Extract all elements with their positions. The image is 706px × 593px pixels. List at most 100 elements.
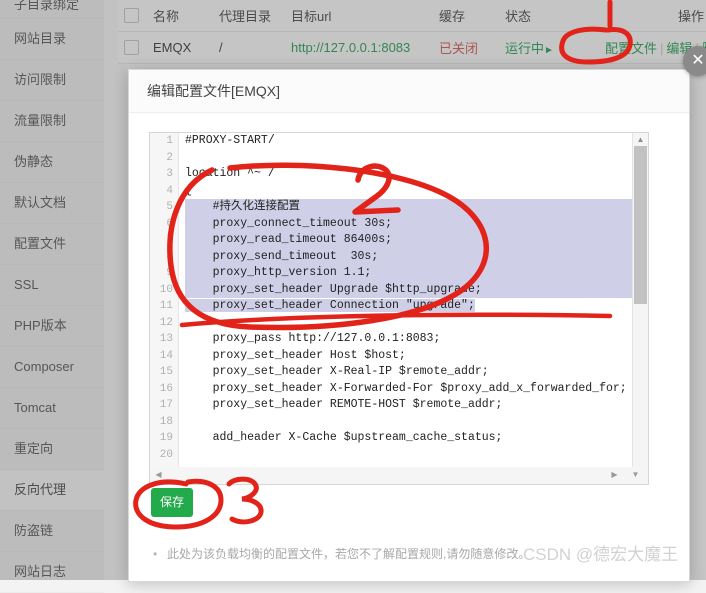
code-line[interactable] <box>185 150 632 167</box>
code-line[interactable]: proxy_set_header X-Real-IP $remote_addr; <box>185 364 632 381</box>
sidebar-item-redirect[interactable]: 重定向 <box>0 429 104 470</box>
code-line[interactable] <box>185 414 632 431</box>
code-line[interactable]: proxy_pass http://127.0.0.1:8083; <box>185 331 632 348</box>
modal-title: 编辑配置文件[EMQX] <box>129 70 689 113</box>
col-header-name: 名称 <box>153 9 180 24</box>
sidebar-item-label: Tomcat <box>14 400 56 415</box>
line-number: 18 <box>159 415 173 428</box>
col-header-state: 状态 <box>505 9 532 24</box>
line-number: 4 <box>166 184 173 197</box>
sidebar-item-label: PHP版本 <box>14 318 67 333</box>
code-line[interactable]: #PROXY-START/ <box>185 133 632 150</box>
line-number: 8 <box>166 250 173 263</box>
code-line[interactable]: proxy_read_timeout 86400s; <box>185 232 632 249</box>
triangle-right-icon[interactable]: ▶ <box>608 468 621 481</box>
vertical-scrollbar[interactable]: ▲ <box>632 133 648 467</box>
code-line[interactable]: add_header X-Cache $upstream_cache_statu… <box>185 430 632 447</box>
watermark: CSDN @德宏大魔王 <box>523 545 679 564</box>
sidebar-item-label: 伪静态 <box>14 154 54 169</box>
run-state-label: 运行中 <box>505 41 545 56</box>
line-number: 20 <box>159 448 173 461</box>
line-number: 15 <box>159 366 173 378</box>
op-divider: | <box>660 41 664 56</box>
sidebar-item-rewrite[interactable]: 伪静态 <box>0 142 104 183</box>
code-line[interactable]: proxy_set_header Upgrade $http_upgrade; <box>185 281 632 298</box>
code-content[interactable]: #PROXY-START/location ^~ /{ #持久化连接配置 pro… <box>179 133 632 467</box>
code-line[interactable]: proxy_set_header Connection "upgrade"; <box>185 298 632 315</box>
line-number: 7 <box>166 234 173 246</box>
code-line[interactable]: proxy_connect_timeout 30s; <box>185 215 632 232</box>
triangle-down-icon[interactable]: ▼ <box>629 468 642 481</box>
sidebar-item-reverse-proxy[interactable]: 反向代理 <box>0 470 104 511</box>
line-number: 17 <box>159 399 173 411</box>
line-number: 16 <box>159 382 173 395</box>
sidebar-item-label: Composer <box>14 359 74 374</box>
sidebar-item-traffic-limit[interactable]: 流量限制 <box>0 101 104 142</box>
line-number: 13 <box>159 333 173 345</box>
line-number: 2 <box>166 151 173 164</box>
sidebar-item-site-dir[interactable]: 网站目录 <box>0 19 104 60</box>
line-number: 14 <box>159 349 173 362</box>
line-number: 3 <box>166 168 173 180</box>
close-icon[interactable]: ✕ <box>683 46 706 76</box>
edit-config-modal: ✕ 编辑配置文件[EMQX] 1 2 3 4 5 6 7 8 9 10 11 12 13 14 15 16 17… <box>128 46 706 582</box>
code-line[interactable]: { <box>185 183 632 200</box>
select-all-checkbox[interactable] <box>124 8 139 23</box>
line-number: 11 <box>159 300 173 312</box>
sidebar-item-composer[interactable]: Composer <box>0 347 104 388</box>
code-line[interactable]: proxy_set_header X-Forwarded-For $proxy_… <box>185 381 632 398</box>
col-header-dir: 代理目录 <box>219 9 272 24</box>
save-button[interactable]: 保存 <box>151 488 193 517</box>
line-number: 6 <box>166 217 173 230</box>
line-number: 9 <box>166 267 173 279</box>
sidebar-item-label: 访问限制 <box>14 72 67 87</box>
sidebar: 子目录绑定 网站目录 访问限制 流量限制 伪静态 默认文档 配置文件 SSL P… <box>0 0 105 593</box>
col-header-ops: 操作 <box>677 9 704 24</box>
code-line[interactable] <box>185 315 632 332</box>
sidebar-item-label: 子目录绑定 <box>14 0 80 12</box>
config-note-text: 此处为该负载均衡的配置文件，若您不了解配置规则,请勿随意修改。 <box>167 547 531 561</box>
sidebar-item-php-version[interactable]: PHP版本 <box>0 306 104 347</box>
sidebar-item-site-log[interactable]: 网站日志 <box>0 552 104 593</box>
table-header-row: 名称 代理目录 目标url 缓存 状态 操作 <box>118 0 706 32</box>
code-line[interactable] <box>185 447 632 464</box>
row-checkbox[interactable] <box>124 40 139 55</box>
sidebar-item-label: 默认文档 <box>14 195 67 210</box>
cell-url[interactable]: http://127.0.0.1:8083 <box>291 40 439 55</box>
code-line[interactable]: proxy_http_version 1.1; <box>185 265 632 282</box>
sidebar-item-access-limit[interactable]: 访问限制 <box>0 60 104 101</box>
code-line[interactable]: proxy_send_timeout 30s; <box>185 248 632 265</box>
sidebar-item-anti-leech[interactable]: 防盗链 <box>0 511 104 552</box>
sidebar-item-config-file[interactable]: 配置文件 <box>0 224 104 265</box>
horizontal-scrollbar[interactable]: ◀ ▶ ▼ <box>149 467 649 485</box>
sidebar-item-label: 配置文件 <box>14 236 67 251</box>
triangle-left-icon[interactable]: ◀ <box>152 468 165 481</box>
table-row: EMQX / http://127.0.0.1:8083 已关闭 运行中► 配置… <box>118 32 706 64</box>
line-number: 1 <box>166 135 173 147</box>
triangle-up-icon[interactable]: ▲ <box>633 133 648 146</box>
sidebar-item-ssl[interactable]: SSL <box>0 265 104 306</box>
line-number: 12 <box>159 316 173 329</box>
col-header-url: 目标url <box>291 9 332 24</box>
proxy-table: 名称 代理目录 目标url 缓存 状态 操作 EMQX / http://127… <box>118 0 706 64</box>
line-number: 19 <box>159 432 173 444</box>
sidebar-item-default-doc[interactable]: 默认文档 <box>0 183 104 224</box>
line-number: 10 <box>159 283 173 296</box>
sidebar-item-label: SSL <box>14 277 39 292</box>
code-line[interactable]: proxy_set_header Host $host; <box>185 348 632 365</box>
code-line[interactable]: proxy_set_header REMOTE-HOST $remote_add… <box>185 397 632 414</box>
line-number-gutter: 1 2 3 4 5 6 7 8 9 10 11 12 13 14 15 16 17 18 19 20 <box>150 133 179 467</box>
sidebar-item-label: 重定向 <box>14 441 54 456</box>
bullet-icon: • <box>153 547 158 561</box>
line-number: 5 <box>166 201 173 213</box>
code-line[interactable]: location ^~ / <box>185 166 632 183</box>
config-file-link[interactable]: 配置文件 <box>605 41 657 56</box>
scrollbar-thumb[interactable] <box>634 146 647 304</box>
config-code-editor[interactable]: 1 2 3 4 5 6 7 8 9 10 11 12 13 14 15 16 17 18 19 20 #PROXY-S… <box>149 132 649 468</box>
sidebar-item-subdir-bind[interactable]: 子目录绑定 <box>0 0 104 19</box>
code-line[interactable]: #持久化连接配置 <box>185 199 632 216</box>
sidebar-item-label: 网站目录 <box>14 31 67 46</box>
play-icon: ► <box>544 45 554 56</box>
sidebar-item-tomcat[interactable]: Tomcat <box>0 388 104 429</box>
sidebar-item-label: 流量限制 <box>14 113 67 128</box>
